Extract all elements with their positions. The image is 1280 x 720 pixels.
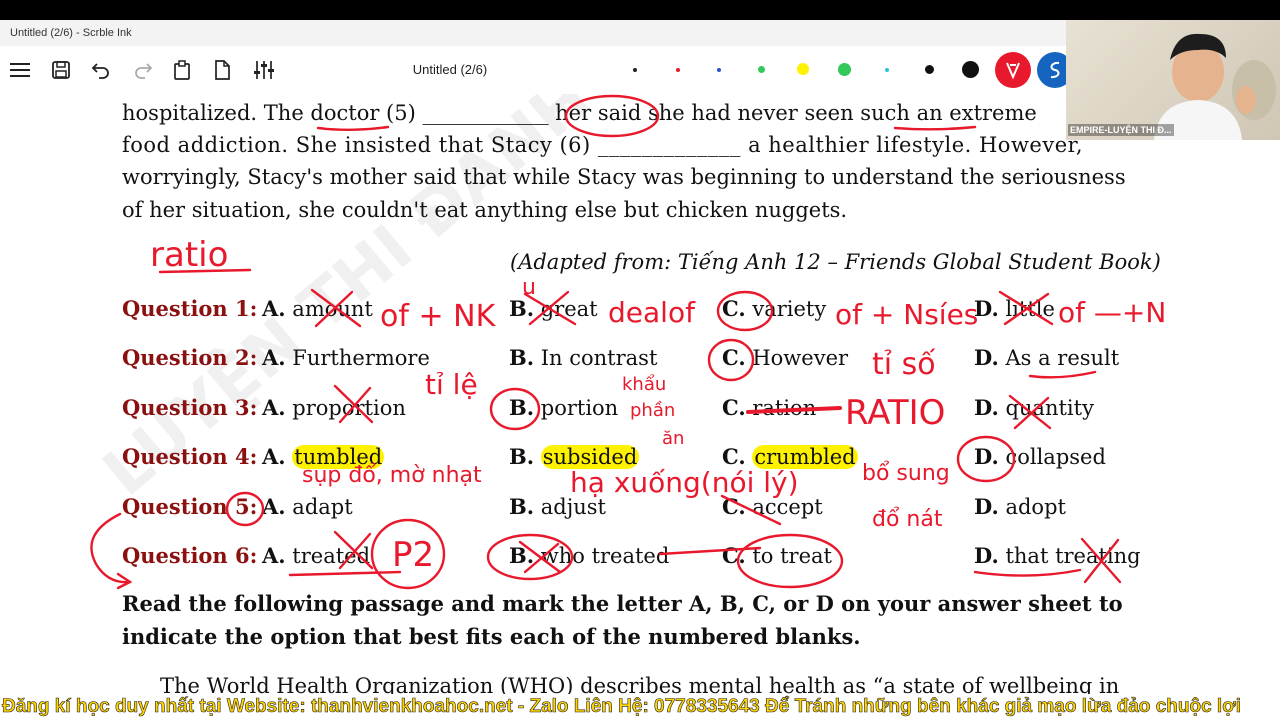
option-a[interactable]: A. adapt bbox=[262, 494, 353, 519]
highlighter-green[interactable] bbox=[838, 63, 851, 76]
document-title: Untitled (2/6) bbox=[412, 62, 488, 77]
question-row-5: Question 5: A. adapt B. adjust C. accept… bbox=[0, 494, 1280, 524]
option-c[interactable]: C. variety bbox=[722, 296, 826, 321]
menu-icon[interactable] bbox=[8, 58, 32, 82]
option-c[interactable]: C. ration bbox=[722, 395, 816, 420]
webcam-label: EMPIRE-LUYỆN THI Đ... bbox=[1068, 124, 1174, 136]
option-d[interactable]: D. that treating bbox=[974, 543, 1141, 568]
option-c[interactable]: C. However bbox=[722, 345, 848, 370]
question-label: Question 1: bbox=[122, 296, 258, 321]
option-d[interactable]: D. adopt bbox=[974, 494, 1066, 519]
scrolling-banner: Đăng kí học duy nhất tại Website: thanhv… bbox=[0, 694, 1280, 720]
option-b[interactable]: B. portion bbox=[509, 395, 618, 420]
question-row-1: Question 1: A. amount B. great C. variet… bbox=[0, 296, 1280, 326]
question-row-3: Question 3: A. proportion B. portion C. … bbox=[0, 395, 1280, 425]
pen-color-black-medium[interactable] bbox=[925, 65, 934, 74]
question-label: Question 2: bbox=[122, 345, 258, 370]
pen-color-cyan-small[interactable] bbox=[885, 68, 889, 72]
option-a[interactable]: A. Furthermore bbox=[262, 345, 430, 370]
top-black-strip bbox=[0, 0, 1280, 20]
option-b[interactable]: B. who treated bbox=[509, 543, 669, 568]
pen-color-green-small[interactable] bbox=[758, 66, 765, 73]
highlight: crumbled bbox=[752, 445, 858, 469]
pen-color-black-large[interactable] bbox=[962, 61, 979, 78]
option-a[interactable]: A. amount bbox=[262, 296, 373, 321]
question-row-6: Question 6: A. treated B. who treated C.… bbox=[0, 543, 1280, 573]
option-d[interactable]: D. quantity bbox=[974, 395, 1094, 420]
clipboard-icon[interactable] bbox=[170, 58, 194, 82]
note-q3-b1: khẩu bbox=[622, 374, 666, 395]
window-title: Untitled (2/6) - Scrble Ink bbox=[10, 27, 132, 39]
instruction-line-1: Read the following passage and mark the … bbox=[122, 591, 1123, 616]
option-b[interactable]: B. adjust bbox=[509, 494, 606, 519]
option-b[interactable]: B. In contrast bbox=[509, 345, 657, 370]
option-b[interactable]: B. great bbox=[509, 296, 598, 321]
option-c[interactable]: C. accept bbox=[722, 494, 823, 519]
passage-line-2: food addiction. She insisted that Stacy … bbox=[122, 133, 1084, 157]
passage-source: (Adapted from: Tiếng Anh 12 – Friends Gl… bbox=[510, 250, 1161, 274]
option-a[interactable]: A. treated bbox=[262, 543, 370, 568]
highlighter-yellow[interactable] bbox=[797, 63, 809, 75]
pen-icon bbox=[1006, 62, 1020, 80]
option-a[interactable]: A. tumbled bbox=[262, 444, 385, 469]
undo-icon[interactable] bbox=[89, 58, 113, 82]
underline-doctor bbox=[316, 125, 390, 131]
question-row-4: Question 4: A. tumbled B. subsided C. cr… bbox=[0, 444, 1280, 474]
option-b[interactable]: B. subsided bbox=[509, 444, 640, 469]
option-d[interactable]: D. little bbox=[974, 296, 1055, 321]
highlight: subsided bbox=[540, 445, 640, 469]
presenter-video bbox=[1154, 33, 1276, 140]
save-icon[interactable] bbox=[49, 58, 73, 82]
page-icon[interactable] bbox=[210, 58, 234, 82]
banner-text: Đăng kí học duy nhất tại Website: thanhv… bbox=[2, 696, 1242, 718]
option-c[interactable]: C. crumbled bbox=[722, 444, 858, 469]
passage-line-1: hospitalized. The doctor (5) ___________… bbox=[122, 101, 1037, 125]
option-d[interactable]: D. collapsed bbox=[974, 444, 1106, 469]
pen-tool-button[interactable] bbox=[995, 52, 1031, 88]
redo-icon[interactable] bbox=[131, 58, 155, 82]
webcam-overlay: EMPIRE-LUYỆN THI Đ... bbox=[1066, 20, 1280, 140]
option-a[interactable]: A. proportion bbox=[262, 395, 406, 420]
option-c[interactable]: C. to treat bbox=[722, 543, 832, 568]
settings-sliders-icon[interactable] bbox=[252, 58, 276, 82]
lasso-icon bbox=[1050, 61, 1060, 79]
note-ratio: ratio bbox=[150, 235, 228, 275]
pen-color-blue-small[interactable] bbox=[717, 68, 721, 72]
ink-canvas[interactable]: LUYỆN THI ĐÁNH GIÁ hospitalized. The doc… bbox=[0, 94, 1280, 694]
option-d[interactable]: D. As a result bbox=[974, 345, 1119, 370]
question-label: Question 3: bbox=[122, 395, 258, 420]
question-label: Question 4: bbox=[122, 444, 258, 469]
question-label: Question 5: bbox=[122, 494, 258, 519]
passage-line-3: worryingly, Stacy's mother said that whi… bbox=[122, 165, 1126, 189]
passage-line-4: of her situation, she couldn't eat anyth… bbox=[122, 198, 848, 222]
instruction-line-2: indicate the option that best fits each … bbox=[122, 624, 861, 649]
question-row-2: Question 2: A. Furthermore B. In contras… bbox=[0, 345, 1280, 375]
pen-color-black-small[interactable] bbox=[633, 68, 637, 72]
pen-color-red-small[interactable] bbox=[676, 68, 680, 72]
underline-ratio-word bbox=[158, 268, 252, 274]
highlight: tumbled bbox=[292, 445, 385, 469]
question-label: Question 6: bbox=[122, 543, 258, 568]
next-passage-line: The World Health Organization (WHO) desc… bbox=[160, 674, 1120, 694]
underline-such-an bbox=[893, 125, 977, 131]
